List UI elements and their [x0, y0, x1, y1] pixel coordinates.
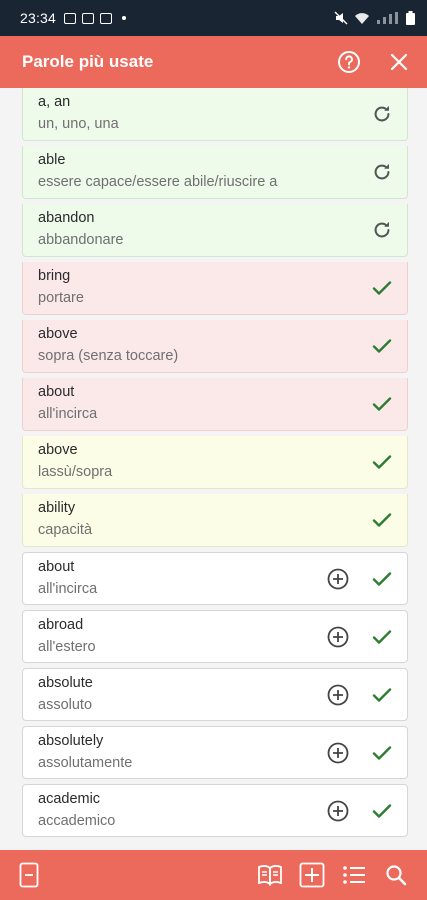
refresh-icon[interactable] — [367, 215, 397, 245]
help-button[interactable] — [331, 44, 367, 80]
book-icon — [258, 865, 282, 886]
word-text: about — [38, 384, 75, 400]
translation-text: lassù/sopra — [38, 464, 113, 480]
add-box-icon — [299, 862, 325, 888]
word-text: abroad — [38, 617, 84, 633]
translation-text: un, uno, una — [38, 116, 119, 132]
check-icon[interactable] — [367, 447, 397, 477]
list-item[interactable]: ability capacità — [22, 494, 408, 547]
add-circle-icon[interactable] — [323, 622, 353, 652]
add-circle-icon[interactable] — [323, 680, 353, 710]
status-bar: 23:34 — [0, 0, 427, 36]
word-text: a, an — [38, 94, 71, 110]
notification-icons — [64, 12, 127, 24]
search-icon — [386, 865, 407, 886]
check-icon[interactable] — [367, 331, 397, 361]
mail-notification-icon — [82, 12, 95, 24]
more-notifications-icon — [122, 16, 127, 20]
page-title: Parole più usate — [22, 52, 154, 71]
add-circle-icon[interactable] — [323, 564, 353, 594]
help-circle-icon — [338, 51, 360, 73]
translation-text: sopra (senza toccare) — [38, 348, 179, 364]
list-item[interactable]: absolute assoluto — [22, 668, 408, 721]
list-item[interactable]: about all'incirca — [22, 552, 408, 605]
translation-text: all'estero — [38, 639, 96, 655]
word-text: ability — [38, 500, 76, 516]
add-circle-icon[interactable] — [323, 796, 353, 826]
translation-text: capacità — [38, 522, 93, 538]
word-text: above — [38, 326, 78, 342]
list-item[interactable]: academic accademico — [22, 784, 408, 837]
refresh-icon[interactable] — [367, 99, 397, 129]
list-item[interactable]: abroad all'estero — [22, 610, 408, 663]
image-notification-icon — [64, 12, 77, 24]
wifi-icon — [355, 13, 369, 24]
add-circle-icon[interactable] — [323, 738, 353, 768]
check-icon[interactable] — [367, 389, 397, 419]
minus-icon — [19, 862, 39, 888]
translation-text: all'incirca — [38, 406, 98, 422]
collapse-button[interactable] — [12, 858, 46, 892]
check-icon[interactable] — [367, 564, 397, 594]
add-word-button[interactable] — [295, 858, 329, 892]
translation-text: assolutamente — [38, 755, 133, 771]
refresh-icon[interactable] — [367, 157, 397, 187]
close-icon — [390, 53, 408, 71]
word-text: bring — [38, 268, 71, 284]
list-item[interactable]: bring portare — [22, 262, 408, 315]
check-icon[interactable] — [367, 796, 397, 826]
list-icon — [343, 866, 365, 884]
word-text: above — [38, 442, 78, 458]
translation-text: assoluto — [38, 697, 93, 713]
list-item[interactable]: above lassù/sopra — [22, 436, 408, 489]
close-button[interactable] — [381, 44, 417, 80]
check-icon[interactable] — [367, 505, 397, 535]
status-time: 23:34 — [20, 10, 57, 26]
list-button[interactable] — [337, 858, 371, 892]
system-icons — [334, 11, 415, 25]
search-button[interactable] — [379, 858, 413, 892]
app-bar: Parole più usate — [0, 36, 427, 88]
list-item[interactable]: about all'incirca — [22, 378, 408, 431]
list-item[interactable]: able essere capace/essere abile/riuscire … — [22, 146, 408, 199]
list-item[interactable]: above sopra (senza toccare) — [22, 320, 408, 373]
word-text: able — [38, 152, 66, 168]
word-text: absolute — [38, 675, 93, 691]
check-icon[interactable] — [367, 273, 397, 303]
signal-icon — [377, 12, 398, 24]
check-icon[interactable] — [367, 680, 397, 710]
battery-icon — [406, 11, 415, 25]
translation-text: essere capace/essere abile/riuscire a — [38, 174, 278, 190]
translation-text: all'incirca — [38, 581, 98, 597]
word-text: absolutely — [38, 733, 104, 749]
word-text: about — [38, 559, 75, 575]
bottom-toolbar — [0, 850, 427, 900]
check-icon[interactable] — [367, 622, 397, 652]
word-text: abandon — [38, 210, 95, 226]
dictionary-button[interactable] — [253, 858, 287, 892]
check-icon[interactable] — [367, 738, 397, 768]
list-item[interactable]: absolutely assolutamente — [22, 726, 408, 779]
mute-icon — [334, 11, 348, 25]
app-notification-icon — [100, 12, 113, 24]
list-item[interactable]: abandon abbandonare — [22, 204, 408, 257]
translation-text: abbandonare — [38, 232, 124, 248]
word-text: academic — [38, 791, 101, 807]
translation-text: accademico — [38, 813, 116, 829]
translation-text: portare — [38, 290, 84, 306]
list-item[interactable]: a, an un, uno, una — [22, 88, 408, 141]
word-list[interactable]: a, an un, uno, una able essere capace/esser… — [22, 88, 408, 850]
